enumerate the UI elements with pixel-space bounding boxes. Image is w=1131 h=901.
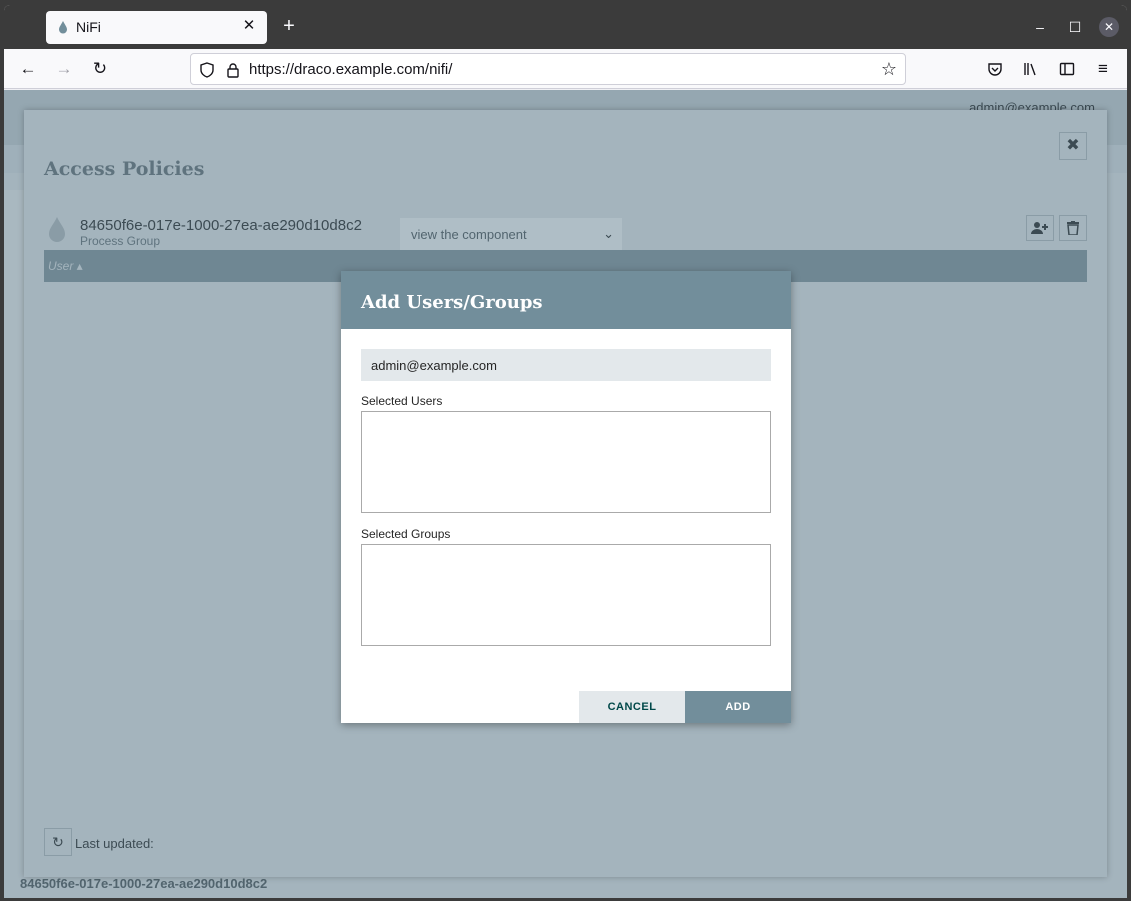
- selected-users-list[interactable]: [361, 411, 771, 513]
- reload-icon[interactable]: ↻: [88, 57, 112, 81]
- policy-select[interactable]: view the component ⌄: [400, 218, 622, 250]
- last-updated-label: Last updated:: [75, 836, 154, 851]
- chevron-down-icon: ⌄: [603, 226, 614, 241]
- tab-bar: NiFi ✕ + – ☐ ✕: [4, 5, 1127, 49]
- add-button[interactable]: ADD: [685, 691, 791, 723]
- process-group-icon: [49, 217, 65, 242]
- trash-icon: [1067, 221, 1079, 236]
- browser-window: NiFi ✕ + – ☐ ✕ ← → ↻ https://draco.examp…: [4, 5, 1127, 898]
- maximize-icon[interactable]: ☐: [1065, 17, 1085, 37]
- pocket-icon[interactable]: [983, 57, 1007, 81]
- add-users-groups-dialog: Add Users/Groups Selected Users Selected…: [341, 271, 791, 723]
- add-user-button[interactable]: [1026, 215, 1054, 241]
- breadcrumb[interactable]: 84650f6e-017e-1000-27ea-ae290d10d8c2: [20, 876, 267, 891]
- column-header-user[interactable]: User ▴: [48, 259, 83, 273]
- selected-users-label: Selected Users: [361, 394, 443, 408]
- component-type: Process Group: [80, 234, 161, 248]
- bookmark-star-icon[interactable]: ☆: [877, 57, 901, 81]
- sidebar-icon[interactable]: [1055, 57, 1079, 81]
- library-icon[interactable]: [1019, 57, 1043, 81]
- selected-groups-list[interactable]: [361, 544, 771, 646]
- close-icon[interactable]: ✖: [1059, 132, 1087, 160]
- user-search-input[interactable]: [361, 349, 771, 381]
- nifi-page: admin@example.com 84650f6e-017e-1000-27e…: [4, 90, 1127, 898]
- modal-title: Add Users/Groups: [361, 292, 543, 313]
- component-id: 84650f6e-017e-1000-27ea-ae290d10d8c2: [80, 217, 362, 234]
- operate-panel: [4, 190, 26, 620]
- back-icon[interactable]: ←: [16, 57, 40, 81]
- url-text: https://draco.example.com/nifi/: [249, 61, 453, 78]
- selected-groups-label: Selected Groups: [361, 527, 451, 541]
- browser-tab[interactable]: NiFi ✕: [46, 11, 267, 44]
- policy-select-value: view the component: [411, 227, 527, 242]
- shield-icon[interactable]: [199, 62, 215, 78]
- delete-policy-button[interactable]: [1059, 215, 1087, 241]
- window-close-icon[interactable]: ✕: [1099, 17, 1119, 37]
- add-user-icon: [1031, 222, 1048, 234]
- tab-close-icon[interactable]: ✕: [239, 16, 259, 36]
- navigation-bar: ← → ↻ https://draco.example.com/nifi/ ☆ …: [4, 49, 1127, 89]
- cancel-button[interactable]: CANCEL: [579, 691, 685, 723]
- lock-icon[interactable]: [225, 62, 241, 78]
- modal-header: Add Users/Groups: [341, 271, 791, 329]
- forward-icon[interactable]: →: [52, 57, 76, 81]
- new-tab-icon[interactable]: +: [278, 16, 300, 38]
- url-bar[interactable]: https://draco.example.com/nifi/ ☆: [190, 53, 906, 85]
- dialog-title: Access Policies: [44, 158, 205, 180]
- minimize-icon[interactable]: –: [1030, 17, 1050, 37]
- nifi-drop-icon: [59, 21, 67, 34]
- refresh-icon: ↻: [52, 834, 64, 850]
- tab-title: NiFi: [76, 19, 101, 35]
- menu-icon[interactable]: ≡: [1091, 57, 1115, 81]
- refresh-button[interactable]: ↻: [44, 828, 72, 856]
